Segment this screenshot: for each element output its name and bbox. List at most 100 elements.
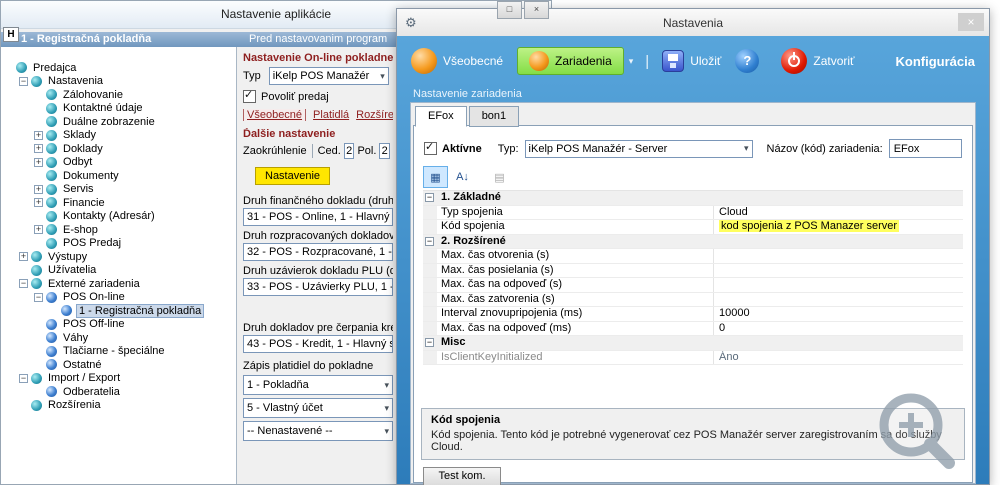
expand-icon[interactable]: +	[19, 252, 28, 261]
tree-item[interactable]: Rozšírenia	[1, 399, 236, 413]
tree-item[interactable]: Zálohovanie	[1, 88, 236, 102]
tree-item[interactable]: POS Predaj	[1, 237, 236, 251]
tree-item[interactable]: −POS On-line	[1, 291, 236, 305]
zariadenia-button[interactable]: Zariadenia	[517, 47, 624, 75]
tree-item[interactable]: Ostatné	[1, 358, 236, 372]
expand-icon[interactable]: +	[34, 198, 43, 207]
tree-item[interactable]: Kontakty (Adresár)	[1, 210, 236, 224]
zatvorit-button[interactable]: Zatvoriť	[781, 48, 854, 74]
grid-row[interactable]: Kód spojeniakod spojenia z POS Manazer s…	[423, 220, 963, 235]
tree-item[interactable]: −Nastavenia	[1, 75, 236, 89]
tree-item[interactable]: +Odbyt	[1, 156, 236, 170]
tree-item[interactable]: Váhy	[1, 331, 236, 345]
property-value[interactable]	[714, 278, 963, 292]
tree-item[interactable]: −Import / Export	[1, 372, 236, 386]
dialog-close-button[interactable]: ×	[958, 13, 984, 31]
collapse-icon[interactable]: −	[19, 77, 28, 86]
zariadenia-dropdown-icon[interactable]: ▾	[629, 56, 634, 67]
property-value[interactable]: kod spojenia z POS Manazer server	[714, 220, 963, 234]
tree-item[interactable]: Užívatelia	[1, 264, 236, 278]
grid-row[interactable]: Typ spojeniaCloud	[423, 206, 963, 221]
collapse-icon[interactable]: −	[425, 237, 434, 246]
tree-item[interactable]: +Financie	[1, 196, 236, 210]
property-value[interactable]	[714, 264, 963, 278]
collapse-icon[interactable]: −	[425, 193, 434, 202]
collapse-icon[interactable]: −	[425, 338, 434, 347]
close-button[interactable]: ×	[524, 1, 549, 19]
tab-bon1[interactable]: bon1	[469, 106, 519, 127]
property-value[interactable]	[713, 235, 963, 249]
tab-EFox[interactable]: EFox	[415, 106, 467, 127]
collapse-icon[interactable]: −	[19, 374, 28, 383]
expand-icon[interactable]: +	[34, 158, 43, 167]
field-input[interactable]: 31 - POS - Online, 1 - Hlavný sklad	[243, 208, 393, 226]
subtab-3[interactable]: Rozšíre	[356, 109, 393, 121]
property-value[interactable]: 0	[714, 322, 963, 336]
nastavenie-button[interactable]: Nastavenie	[255, 167, 330, 185]
tree-item[interactable]: Duálne zobrazenie	[1, 115, 236, 129]
expand-icon[interactable]: +	[34, 185, 43, 194]
property-pages-button[interactable]: ▤	[487, 166, 512, 188]
tree-item[interactable]: Odberatelia	[1, 385, 236, 399]
property-value[interactable]	[714, 249, 963, 263]
field-input[interactable]: 43 - POS - Kredit, 1 - Hlavný sklad	[243, 335, 393, 353]
field-input[interactable]: 33 - POS - Uzávierky PLU, 1 - Hlavn	[243, 278, 393, 296]
grid-category-row[interactable]: −1. Základné	[423, 191, 963, 206]
tree-item[interactable]: 1 - Registračná pokladňa	[1, 304, 236, 318]
maximize-button[interactable]: □	[497, 1, 522, 19]
typ-combobox[interactable]: iKelp POS Manažér ▾	[269, 67, 389, 85]
field-input[interactable]: 32 - POS - Rozpracované, 1 - Hlavn	[243, 243, 393, 261]
test-kom-button[interactable]: Test kom.	[423, 467, 501, 485]
typ-label: Typ	[243, 70, 261, 82]
grid-row[interactable]: Max. čas posielania (s)	[423, 264, 963, 279]
collapse-icon[interactable]: −	[34, 293, 43, 302]
grid-row[interactable]: Max. čas na odpoveď (ms)0	[423, 322, 963, 337]
property-value[interactable]: Áno	[714, 351, 963, 365]
subtab-1[interactable]: Všeobecné	[243, 109, 306, 121]
tree-item[interactable]: +Doklady	[1, 142, 236, 156]
header-hint-text: Pred nastavovanim program	[249, 32, 387, 47]
property-value[interactable]: 10000	[714, 307, 963, 321]
tree-item[interactable]: +Sklady	[1, 129, 236, 143]
payment-select[interactable]: 5 - Vlastný účet▾	[243, 398, 393, 418]
tree-item[interactable]: −Externé zariadenia	[1, 277, 236, 291]
property-value[interactable]	[713, 336, 963, 350]
grid-row[interactable]: Max. čas na odpoveď (s)	[423, 278, 963, 293]
aktivne-checkbox[interactable]: ✓	[424, 142, 437, 155]
payment-select[interactable]: -- Nenastavené --▾	[243, 421, 393, 441]
povolit-predaj-checkbox[interactable]: ✓	[243, 90, 256, 103]
tree-item[interactable]: +Výstupy	[1, 250, 236, 264]
grid-row[interactable]: Interval znovupripojenia (ms)10000	[423, 307, 963, 322]
help-button[interactable]: ?	[735, 49, 759, 73]
expand-icon[interactable]: +	[34, 131, 43, 140]
device-name-input[interactable]: EFox	[889, 139, 962, 158]
categorized-view-button[interactable]: ▦	[423, 166, 448, 188]
tree-item[interactable]: POS Off-line	[1, 318, 236, 332]
expand-icon[interactable]: +	[34, 225, 43, 234]
tree-item[interactable]: Kontaktné údaje	[1, 102, 236, 116]
tree-item[interactable]: +Servis	[1, 183, 236, 197]
expand-icon[interactable]: +	[34, 144, 43, 153]
grid-row[interactable]: Max. čas zatvorenia (s)	[423, 293, 963, 308]
tree-item[interactable]: +E-shop	[1, 223, 236, 237]
tree-item[interactable]: Dokumenty	[1, 169, 236, 183]
device-type-combobox[interactable]: iKelp POS Manažér - Server ▾	[525, 140, 753, 158]
payment-select[interactable]: 1 - Pokladňa▾	[243, 375, 393, 395]
subtab-2[interactable]: Platidlá	[313, 109, 349, 121]
ulozit-button[interactable]: Uložiť	[662, 50, 721, 72]
tree-item[interactable]: Predajca	[1, 61, 236, 75]
property-value[interactable]	[714, 293, 963, 307]
grid-row[interactable]: Max. čas otvorenia (s)	[423, 249, 963, 264]
property-value[interactable]	[713, 191, 963, 205]
property-value[interactable]: Cloud	[714, 206, 963, 220]
grid-category-row[interactable]: −2. Rozšírené	[423, 235, 963, 250]
grid-row[interactable]: IsClientKeyInitializedÁno	[423, 351, 963, 366]
ced-input[interactable]: 2	[344, 143, 355, 159]
grid-category-row[interactable]: −Misc	[423, 336, 963, 351]
gear-icon: ⚙	[405, 15, 417, 31]
pol-input[interactable]: 2	[379, 143, 390, 159]
tree-item[interactable]: Tlačiarne - špeciálne	[1, 345, 236, 359]
alphabetical-view-button[interactable]: A↓	[450, 166, 475, 188]
collapse-icon[interactable]: −	[19, 279, 28, 288]
vseobecne-button[interactable]: Všeobecné	[411, 48, 503, 74]
